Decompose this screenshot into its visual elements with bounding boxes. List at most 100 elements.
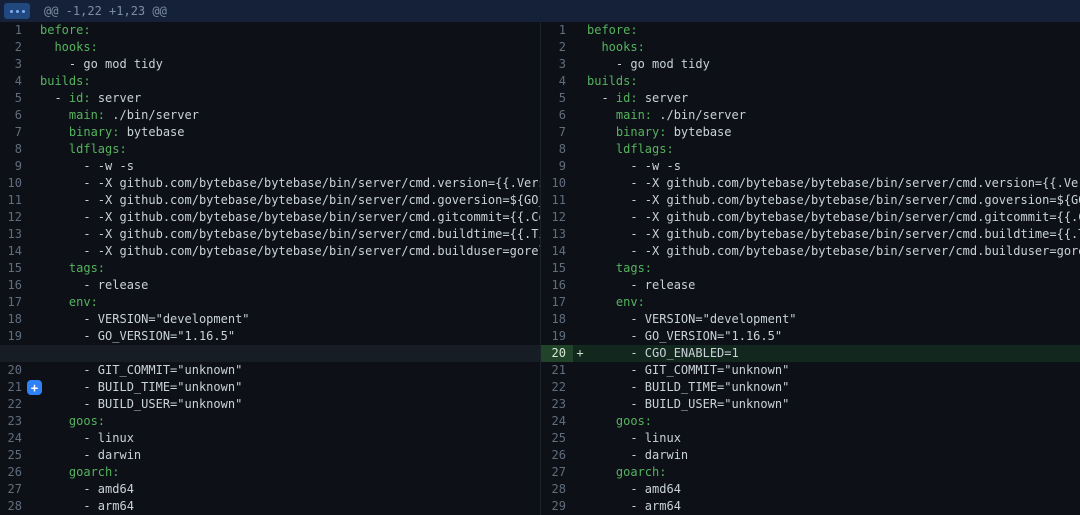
line-number[interactable]: 8 [541, 141, 573, 158]
code-token: main: [616, 107, 652, 124]
line-number[interactable]: 11 [0, 192, 26, 209]
line-number[interactable]: 18 [541, 311, 573, 328]
diff-row: 3 - go mod tidy [541, 56, 1080, 73]
line-marker [573, 328, 587, 345]
line-number[interactable]: 15 [541, 260, 573, 277]
line-number[interactable]: 7 [0, 124, 26, 141]
line-number[interactable]: 24 [541, 413, 573, 430]
diff-row: 16 - release [0, 277, 540, 294]
line-number[interactable]: 8 [0, 141, 26, 158]
line-marker [573, 277, 587, 294]
line-marker [573, 39, 587, 56]
line-number[interactable]: 4 [0, 73, 26, 90]
line-number[interactable]: 21 [0, 379, 26, 396]
line-number[interactable]: 22 [0, 396, 26, 413]
line-number[interactable]: 3 [0, 56, 26, 73]
add-comment-button[interactable]: + [27, 380, 42, 395]
line-number[interactable]: 1 [541, 22, 573, 39]
diff-row: 15 tags: [541, 260, 1080, 277]
line-number[interactable]: 28 [541, 481, 573, 498]
line-marker [26, 396, 40, 413]
line-marker [573, 56, 587, 73]
diff-row: 6 main: ./bin/server [0, 107, 540, 124]
line-number[interactable]: 16 [0, 277, 26, 294]
code-token: - GIT_COMMIT="unknown" [587, 362, 789, 379]
line-number[interactable]: 5 [0, 90, 26, 107]
line-number[interactable]: 13 [541, 226, 573, 243]
code-token: - VERSION="development" [587, 311, 797, 328]
code-line: - -w -s [573, 158, 1080, 175]
diff-row: 18 - VERSION="development" [541, 311, 1080, 328]
code-token: builds: [40, 73, 91, 90]
line-number[interactable]: 10 [541, 175, 573, 192]
code-token [40, 107, 69, 124]
line-number[interactable]: 6 [0, 107, 26, 124]
line-number[interactable]: 4 [541, 73, 573, 90]
line-number[interactable]: 16 [541, 277, 573, 294]
code-token: - -X github.com/bytebase/bytebase/bin/se… [40, 226, 540, 243]
code-token: before: [587, 22, 638, 39]
line-number[interactable]: 2 [541, 39, 573, 56]
line-number[interactable]: 15 [0, 260, 26, 277]
line-number[interactable]: 2 [0, 39, 26, 56]
line-number[interactable]: 23 [0, 413, 26, 430]
line-number[interactable]: 28 [0, 498, 26, 515]
code-token: - go mod tidy [40, 56, 163, 73]
line-number[interactable]: 3 [541, 56, 573, 73]
line-number[interactable]: 14 [541, 243, 573, 260]
line-number[interactable]: 12 [0, 209, 26, 226]
line-number[interactable]: 13 [0, 226, 26, 243]
line-number[interactable]: 25 [541, 430, 573, 447]
line-number[interactable]: 21 [541, 362, 573, 379]
line-number[interactable]: 7 [541, 124, 573, 141]
line-number[interactable]: 22 [541, 379, 573, 396]
line-number[interactable]: 11 [541, 192, 573, 209]
line-number[interactable]: 20 [541, 345, 573, 362]
code-token: tags: [69, 260, 105, 277]
line-marker [573, 464, 587, 481]
code-line: env: [26, 294, 540, 311]
line-number[interactable]: 1 [0, 22, 26, 39]
line-number[interactable]: 26 [0, 464, 26, 481]
expand-hunk-button[interactable] [4, 3, 30, 19]
code-line: - -X github.com/bytebase/bytebase/bin/se… [573, 243, 1080, 260]
line-number[interactable]: 25 [0, 447, 26, 464]
diff-row: 28 - amd64 [541, 481, 1080, 498]
diff-panes: 1before:2 hooks:3 - go mod tidy4builds:5… [0, 22, 1080, 515]
line-number[interactable]: 18 [0, 311, 26, 328]
line-number[interactable]: 20 [0, 362, 26, 379]
line-number[interactable]: 24 [0, 430, 26, 447]
line-marker [573, 260, 587, 277]
code-token: - GO_VERSION="1.16.5" [40, 328, 235, 345]
line-number[interactable]: 27 [541, 464, 573, 481]
line-number[interactable]: 10 [0, 175, 26, 192]
code-line: - GIT_COMMIT="unknown" [573, 362, 1080, 379]
diff-row: 26 goarch: [0, 464, 540, 481]
line-number[interactable]: 27 [0, 481, 26, 498]
line-marker [26, 22, 40, 39]
line-number[interactable]: 9 [541, 158, 573, 175]
line-number[interactable]: 17 [0, 294, 26, 311]
diff-row: 19 - GO_VERSION="1.16.5" [0, 328, 540, 345]
code-line: goos: [26, 413, 540, 430]
code-token: env: [69, 294, 98, 311]
line-number[interactable]: 19 [0, 328, 26, 345]
line-number[interactable]: 23 [541, 396, 573, 413]
line-number[interactable]: 5 [541, 90, 573, 107]
line-number[interactable]: 6 [541, 107, 573, 124]
line-number[interactable]: 17 [541, 294, 573, 311]
line-number[interactable]: 12 [541, 209, 573, 226]
line-marker [26, 56, 40, 73]
code-line: before: [26, 22, 540, 39]
line-number[interactable]: 14 [0, 243, 26, 260]
line-number[interactable]: 26 [541, 447, 573, 464]
line-marker [573, 22, 587, 39]
line-number[interactable]: 29 [541, 498, 573, 515]
line-number[interactable]: 19 [541, 328, 573, 345]
diff-row: 7 binary: bytebase [541, 124, 1080, 141]
diff-row: 12 - -X github.com/bytebase/bytebase/bin… [541, 209, 1080, 226]
line-marker [573, 413, 587, 430]
code-line [26, 345, 540, 362]
line-number[interactable]: 9 [0, 158, 26, 175]
diff-row: 10 - -X github.com/bytebase/bytebase/bin… [0, 175, 540, 192]
